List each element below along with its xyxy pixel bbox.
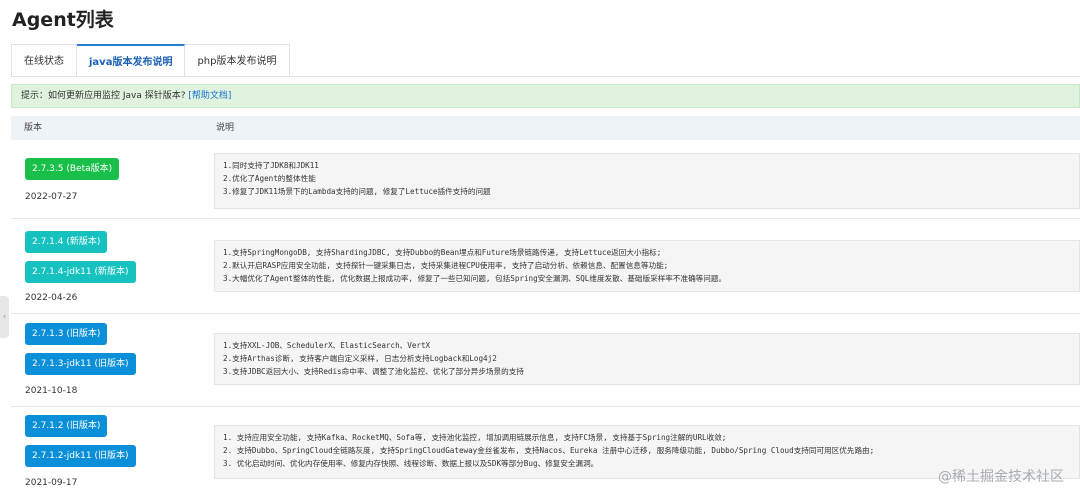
version-badge[interactable]: 2.7.1.2 (旧版本): [25, 415, 108, 437]
version-badge-jdk11[interactable]: 2.7.1.4-jdk11 (新版本): [25, 261, 136, 283]
release-note-line: 1.支持SpringMongoDB, 支持ShardingJDBC, 支持Dub…: [223, 248, 662, 257]
tab-java-release-notes[interactable]: java版本发布说明: [77, 44, 186, 77]
table-header: 版本 说明: [11, 116, 1080, 140]
release-note-line: 1.同时支持了JDK8和JDK11: [223, 161, 319, 170]
tip-text: 提示：如何更新应用监控 Java 探针版本?: [21, 91, 186, 101]
release-date: 2021-09-17: [25, 478, 78, 488]
tabs-divider: [11, 76, 1080, 77]
chevron-left-icon: ‹: [2, 312, 7, 322]
help-doc-link[interactable]: [帮助文档]: [188, 91, 231, 101]
release-note-line: 1.支持XXL-JOB、SchedulerX、ElasticSearch、Ver…: [223, 341, 431, 350]
release-note-line: 2.优化了Agent的整体性能: [223, 174, 316, 183]
column-header-version: 版本: [24, 123, 43, 133]
version-badge[interactable]: 2.7.1.4 (新版本): [25, 231, 108, 253]
page-title: Agent列表: [12, 9, 114, 31]
version-badge[interactable]: 2.7.3.5 (Beta版本): [25, 158, 120, 180]
table-row: 2.7.3.5 (Beta版本) 2022-07-27 1.同时支持了JDK8和…: [11, 142, 1080, 219]
table-row: 2.7.1.2 (旧版本) 2.7.1.2-jdk11 (旧版本) 2021-0…: [11, 407, 1080, 504]
release-note-line: 2. 支持Dubbo、SpringCloud全链路灰度, 支持SpringClo…: [223, 446, 875, 455]
release-date: 2022-07-27: [25, 192, 78, 202]
version-badge-jdk11[interactable]: 2.7.1.3-jdk11 (旧版本): [25, 353, 136, 375]
release-notes: 1.同时支持了JDK8和JDK11 2.优化了Agent的整体性能 3.修复了J…: [214, 153, 1080, 209]
tab-php-release-notes[interactable]: php版本发布说明: [185, 44, 290, 77]
release-date: 2022-04-26: [25, 293, 78, 303]
release-date: 2021-10-18: [25, 386, 78, 396]
tip-banner: 提示：如何更新应用监控 Java 探针版本? [帮助文档]: [11, 84, 1080, 108]
release-note-line: 1. 支持应用安全功能, 支持Kafka、RocketMQ、Sofa等, 支持池…: [223, 433, 727, 442]
collapse-sidebar-handle[interactable]: ‹: [0, 296, 9, 338]
version-badge-jdk11[interactable]: 2.7.1.2-jdk11 (旧版本): [25, 445, 136, 467]
tab-bar: 在线状态 java版本发布说明 php版本发布说明: [11, 44, 290, 77]
column-header-description: 说明: [216, 123, 235, 133]
release-notes: 1.支持XXL-JOB、SchedulerX、ElasticSearch、Ver…: [214, 333, 1080, 385]
table-row: 2.7.1.3 (旧版本) 2.7.1.3-jdk11 (旧版本) 2021-1…: [11, 314, 1080, 407]
release-note-line: 2.支持Arthas诊断, 支持客户端自定义采样, 日志分析支持Logback和…: [223, 354, 497, 363]
release-note-line: 3.大幅优化了Agent整体的性能, 优化数据上报成功率, 修复了一些已知问题,…: [223, 274, 727, 283]
watermark: @稀土掘金技术社区: [938, 469, 1064, 485]
release-note-line: 3.支持JDBC返回大小、支持Redis命中率、调整了池化监控、优化了部分异步场…: [223, 367, 524, 376]
release-notes: 1.支持SpringMongoDB, 支持ShardingJDBC, 支持Dub…: [214, 240, 1080, 292]
tab-online-status[interactable]: 在线状态: [11, 44, 77, 77]
release-note-line: 3.修复了JDK11场景下的Lambda支持的问题, 修复了Lettuce插件支…: [223, 187, 491, 196]
version-badge[interactable]: 2.7.1.3 (旧版本): [25, 323, 108, 345]
release-note-line: 2.默认开启RASP应用安全功能, 支持探针一键采集日志, 支持采集进程CPU使…: [223, 261, 669, 270]
table-row: 2.7.1.4 (新版本) 2.7.1.4-jdk11 (新版本) 2022-0…: [11, 219, 1080, 314]
